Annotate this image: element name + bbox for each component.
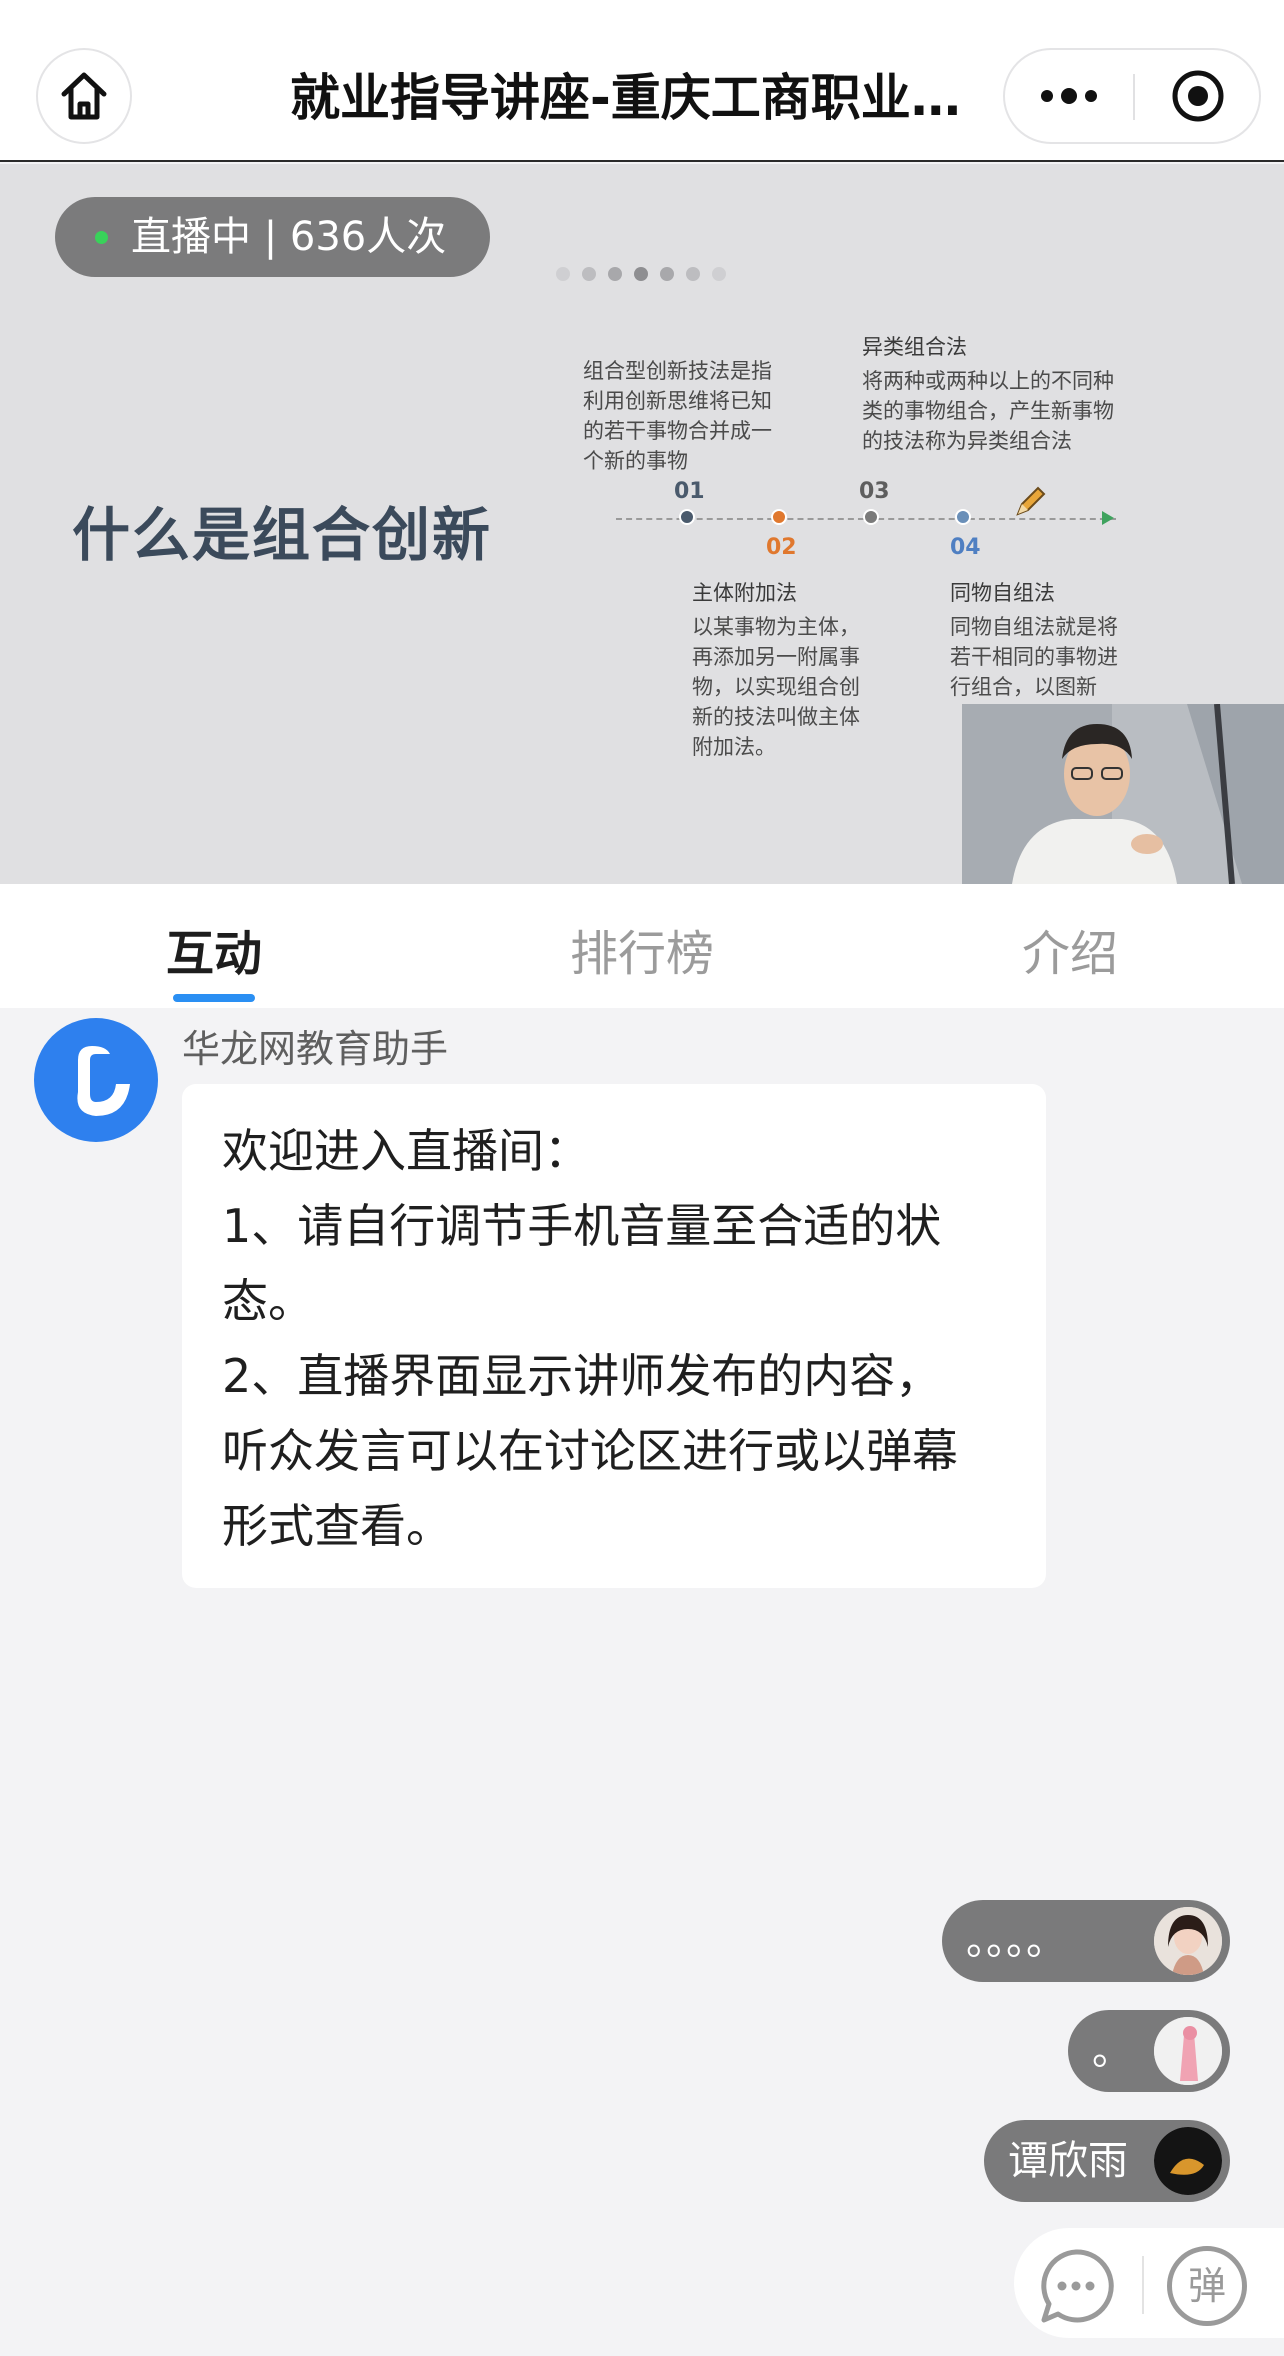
bottom-action-bar: 弹 — [1014, 2228, 1284, 2338]
timeline-arrow-icon — [1102, 511, 1114, 525]
live-room-page: 就业指导讲座-重庆工商职业… 直播中 | 636人次 什么是组合创新 组合型创新… — [0, 0, 1284, 2356]
welcome-message-bubble: 欢迎进入直播间： 1、请自行调节手机音量至合适的状 态。 2、直播界面显示讲师发… — [182, 1084, 1046, 1588]
tab-introduction[interactable]: 介绍 — [1022, 914, 1118, 984]
step-04-number: 04 — [950, 535, 981, 560]
pager-dot — [686, 267, 700, 281]
pager-dot — [660, 267, 674, 281]
tab-ranking[interactable]: 排行榜 — [570, 914, 714, 984]
live-status-badge: 直播中 | 636人次 — [55, 197, 491, 277]
menu-capsule — [1003, 48, 1261, 144]
message-line: 2、直播界面显示讲师发布的内容， — [222, 1349, 942, 1403]
message-line: 听众发言可以在讨论区进行或以弹幕 — [222, 1424, 958, 1478]
slide-pager — [556, 267, 732, 281]
step-03-heading: 异类组合法 — [862, 335, 967, 359]
message-line: 1、请自行调节手机音量至合适的状 — [222, 1199, 942, 1253]
step-02-heading: 主体附加法 — [692, 581, 797, 605]
active-tab-indicator — [173, 994, 255, 1002]
pencil-icon — [1016, 486, 1046, 516]
tab-interaction[interactable]: 互动 — [166, 914, 262, 984]
step-01-text: 组合型创新技法是指利用创新思维将已知的若干事物合并成一个新的事物 — [583, 359, 772, 473]
step-02-block: 主体附加法 以某事物为主体，再添加另一附属事物，以实现组合创新的技法叫做主体附加… — [692, 578, 872, 762]
sender-name: 华龙网教育助手 — [182, 1027, 449, 1071]
slide-title: 什么是组合创新 — [72, 501, 493, 569]
user-avatar — [1154, 1907, 1222, 1975]
step-04-heading: 同物自组法 — [950, 581, 1055, 605]
danmu-text: 。 — [1092, 2028, 1132, 2074]
home-icon — [61, 72, 107, 120]
comment-button[interactable] — [1036, 2246, 1116, 2326]
pager-dot — [582, 267, 596, 281]
timeline-dot-02 — [771, 509, 787, 525]
user-avatar — [1154, 2127, 1222, 2195]
lecturer-camera-image — [962, 704, 1284, 884]
close-target-icon — [1172, 70, 1224, 122]
danmu-comment: 。。。。 — [942, 1900, 1230, 1982]
timeline-dot-03 — [863, 509, 879, 525]
duck-logo-icon — [77, 1046, 130, 1116]
user-avatar — [1154, 2017, 1222, 2085]
danmu-text: 。。。。 — [966, 1918, 1066, 1964]
step-04-text: 同物自组法就是将若干相同的事物进行组合，以图新 — [950, 615, 1118, 699]
timeline-dot-04 — [955, 509, 971, 525]
tab-bar: 互动 排行榜 介绍 — [0, 884, 1284, 1008]
message-line: 形式查看。 — [222, 1499, 452, 1553]
page-title: 就业指导讲座-重庆工商职业… — [290, 69, 961, 127]
live-status-text: 直播中 | 636人次 — [131, 214, 447, 260]
danmu-comment: 谭欣雨 — [984, 2120, 1230, 2202]
step-02-number: 02 — [766, 535, 797, 560]
step-03-text: 将两种或两种以上的不同种类的事物组合，产生新事物的技法称为异类组合法 — [862, 369, 1114, 453]
home-button[interactable] — [36, 48, 132, 144]
action-divider — [1142, 2256, 1144, 2314]
danmu-comment: 。 — [1068, 2010, 1230, 2092]
step-03-number: 03 — [859, 479, 890, 504]
timeline-dot-01 — [679, 509, 695, 525]
message-line: 欢迎进入直播间： — [222, 1124, 590, 1178]
pager-dot — [556, 267, 570, 281]
close-miniprogram-button[interactable] — [1135, 50, 1261, 142]
pager-dot — [608, 267, 622, 281]
step-03-block: 异类组合法 将两种或两种以上的不同种类的事物组合，产生新事物的技法称为异类组合法 — [862, 332, 1132, 456]
live-video-stage[interactable]: 直播中 | 636人次 什么是组合创新 组合型创新技法是指利用创新思维将已知的若… — [0, 164, 1284, 884]
danmu-toggle-button[interactable]: 弹 — [1167, 2246, 1247, 2326]
live-indicator-dot — [95, 231, 108, 244]
pager-dot-active — [634, 267, 648, 281]
step-01-number: 01 — [674, 479, 705, 504]
lecturer-video-pip[interactable] — [962, 704, 1284, 884]
top-navbar: 就业指导讲座-重庆工商职业… — [0, 0, 1284, 162]
more-dots-icon — [1041, 88, 1097, 104]
pager-dot — [712, 267, 726, 281]
danmu-text: 谭欣雨 — [1008, 2138, 1128, 2184]
step-04-block: 同物自组法 同物自组法就是将若干相同的事物进行组合，以图新 — [950, 578, 1120, 702]
assistant-avatar[interactable] — [34, 1018, 158, 1142]
message-line: 态。 — [222, 1274, 314, 1328]
more-button[interactable] — [1005, 50, 1133, 142]
step-02-text: 以某事物为主体，再添加另一附属事物，以实现组合创新的技法叫做主体附加法。 — [692, 615, 860, 759]
